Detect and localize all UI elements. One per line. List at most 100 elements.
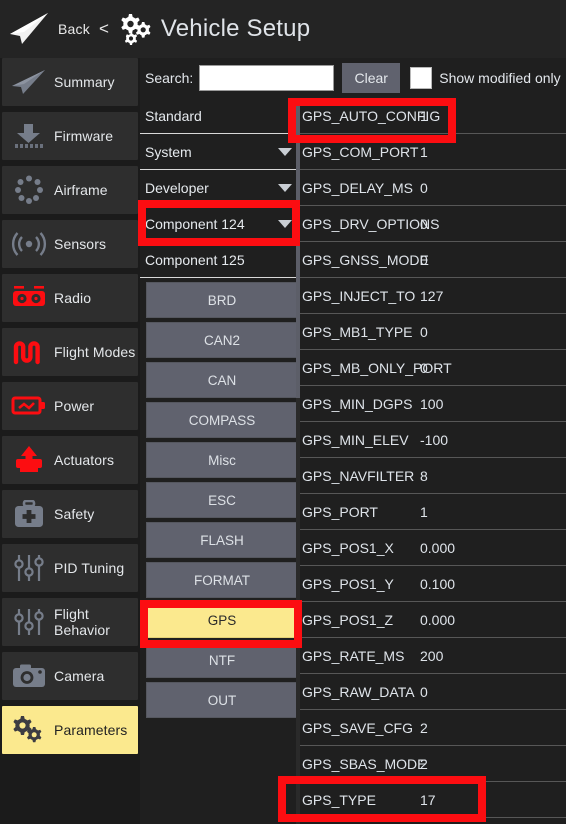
group-button-compass[interactable]: COMPASS: [146, 402, 298, 438]
table-row[interactable]: GPS_RATE_MS 200: [300, 638, 566, 674]
param-name: GPS_POS1_Y: [302, 575, 394, 592]
param-value[interactable]: 17: [420, 792, 436, 808]
param-value[interactable]: 127: [420, 288, 443, 304]
search-label: Search:: [145, 70, 194, 86]
param-name: GPS_TYPE: [302, 791, 376, 808]
back-caret-icon[interactable]: <: [99, 19, 109, 39]
sidebar-item-label: Parameters: [54, 722, 128, 738]
chevron-down-icon[interactable]: [278, 148, 292, 156]
search-input[interactable]: [199, 65, 335, 91]
param-name: GPS_POS1_X: [302, 539, 394, 556]
sidebar-item-firmware[interactable]: Firmware: [2, 112, 138, 160]
show-modified-only-label: Show modified only: [439, 70, 561, 86]
group-button-flash[interactable]: FLASH: [146, 522, 298, 558]
table-row[interactable]: GPS_INJECT_TO 127: [300, 278, 566, 314]
sidebar-item-parameters[interactable]: Parameters: [2, 706, 138, 754]
tree-row-label: System: [145, 143, 192, 160]
sidebar: Summary Firmware Airframe Sensors Radio …: [0, 58, 140, 824]
show-modified-only-checkbox[interactable]: [410, 67, 433, 89]
tree-row-label: Standard: [145, 107, 202, 124]
group-button-can[interactable]: CAN: [146, 362, 298, 398]
param-name: GPS_MIN_DGPS: [302, 395, 413, 412]
table-row[interactable]: GPS_DRV_OPTIONS 0: [300, 206, 566, 242]
group-button-gps[interactable]: GPS: [146, 602, 298, 638]
param-value[interactable]: 0: [420, 180, 428, 196]
group-button-misc[interactable]: Misc: [146, 442, 298, 478]
radio-remote-icon: [8, 281, 50, 315]
paper-plane-icon: [8, 65, 50, 99]
param-value[interactable]: 100: [420, 396, 443, 412]
param-value[interactable]: 0: [420, 252, 428, 268]
param-value[interactable]: 8: [420, 468, 428, 484]
table-row[interactable]: GPS_NAVFILTER 8: [300, 458, 566, 494]
tree-row-system[interactable]: System: [140, 134, 298, 170]
param-value[interactable]: 0.000: [420, 612, 455, 628]
param-name: GPS_INJECT_TO: [302, 287, 416, 304]
tree-row-component-124[interactable]: Component 124: [140, 206, 298, 242]
chevron-down-icon[interactable]: [278, 184, 292, 192]
page-title: Vehicle Setup: [160, 15, 311, 42]
sidebar-item-pid-tuning[interactable]: PID Tuning: [2, 544, 138, 592]
paper-plane-icon: [10, 13, 48, 44]
chevron-down-icon[interactable]: [278, 220, 292, 228]
clear-button[interactable]: Clear: [342, 63, 401, 93]
sidebar-item-radio[interactable]: Radio: [2, 274, 138, 322]
param-value[interactable]: 0: [420, 684, 428, 700]
tree-row-developer[interactable]: Developer: [140, 170, 298, 206]
group-button-can2[interactable]: CAN2: [146, 322, 298, 358]
download-icon: [8, 119, 50, 153]
tree-row-standard[interactable]: Standard: [140, 98, 298, 134]
sidebar-item-sensors[interactable]: Sensors: [2, 220, 138, 268]
table-row[interactable]: GPS_TYPE 17: [300, 782, 566, 818]
gears-icon: [8, 713, 50, 747]
back-label[interactable]: Back: [58, 21, 90, 37]
param-name: GPS_DELAY_MS: [302, 179, 414, 196]
table-row[interactable]: GPS_AUTO_CONFIG 1: [300, 98, 566, 134]
sidebar-item-power[interactable]: Power: [2, 382, 138, 430]
sidebar-item-flight-behavior[interactable]: Flight Behavior: [2, 598, 138, 646]
param-value[interactable]: 1: [420, 108, 428, 124]
sidebar-item-camera[interactable]: Camera: [2, 652, 138, 700]
param-value[interactable]: 1: [420, 144, 428, 160]
table-row[interactable]: GPS_PORT 1: [300, 494, 566, 530]
param-value[interactable]: 0.000: [420, 540, 455, 556]
param-value[interactable]: 0: [420, 324, 428, 340]
param-value[interactable]: 1: [420, 504, 428, 520]
sidebar-item-label: Safety: [54, 506, 95, 522]
table-row[interactable]: GPS_POS1_Z 0.000: [300, 602, 566, 638]
sidebar-item-actuators[interactable]: Actuators: [2, 436, 138, 484]
table-row[interactable]: GPS_COM_PORT 1: [300, 134, 566, 170]
sidebar-item-flight-modes[interactable]: Flight Modes: [2, 328, 138, 376]
group-button-ntf[interactable]: NTF: [146, 642, 298, 678]
table-row[interactable]: GPS_MIN_ELEV -100: [300, 422, 566, 458]
vehicle-setup-screen: Back < Vehicle Setup Summary Firmware Ai…: [0, 0, 566, 824]
table-row[interactable]: GPS_MIN_DGPS 100: [300, 386, 566, 422]
table-row[interactable]: GPS_MB_ONLY_PORT 0: [300, 350, 566, 386]
group-button-out[interactable]: OUT: [146, 682, 298, 718]
param-value[interactable]: -100: [420, 432, 448, 448]
table-row[interactable]: GPS_RAW_DATA 0: [300, 674, 566, 710]
param-value[interactable]: 2: [420, 720, 428, 736]
tree-row-component-125[interactable]: Component 125: [140, 242, 298, 278]
param-value[interactable]: 0.100: [420, 576, 455, 592]
table-row[interactable]: GPS_POS1_Y 0.100: [300, 566, 566, 602]
sidebar-item-safety[interactable]: Safety: [2, 490, 138, 538]
table-row[interactable]: GPS_POS1_X 0.000: [300, 530, 566, 566]
sidebar-item-label: Actuators: [54, 452, 115, 468]
group-button-esc[interactable]: ESC: [146, 482, 298, 518]
table-row[interactable]: GPS_GNSS_MODE 0: [300, 242, 566, 278]
group-button-format[interactable]: FORMAT: [146, 562, 298, 598]
param-value[interactable]: 0: [420, 216, 428, 232]
sidebar-item-summary[interactable]: Summary: [2, 58, 138, 106]
sidebar-item-airframe[interactable]: Airframe: [2, 166, 138, 214]
param-value[interactable]: 2: [420, 756, 428, 772]
group-button-brd[interactable]: BRD: [146, 282, 298, 318]
table-row[interactable]: GPS_DELAY_MS 0: [300, 170, 566, 206]
actuator-icon: [8, 443, 50, 477]
param-value[interactable]: 200: [420, 648, 443, 664]
table-row[interactable]: GPS_SAVE_CFG 2: [300, 710, 566, 746]
param-value[interactable]: 0: [420, 360, 428, 376]
app-header: Back < Vehicle Setup: [0, 0, 566, 58]
table-row[interactable]: GPS_MB1_TYPE 0: [300, 314, 566, 350]
table-row[interactable]: GPS_SBAS_MODE 2: [300, 746, 566, 782]
